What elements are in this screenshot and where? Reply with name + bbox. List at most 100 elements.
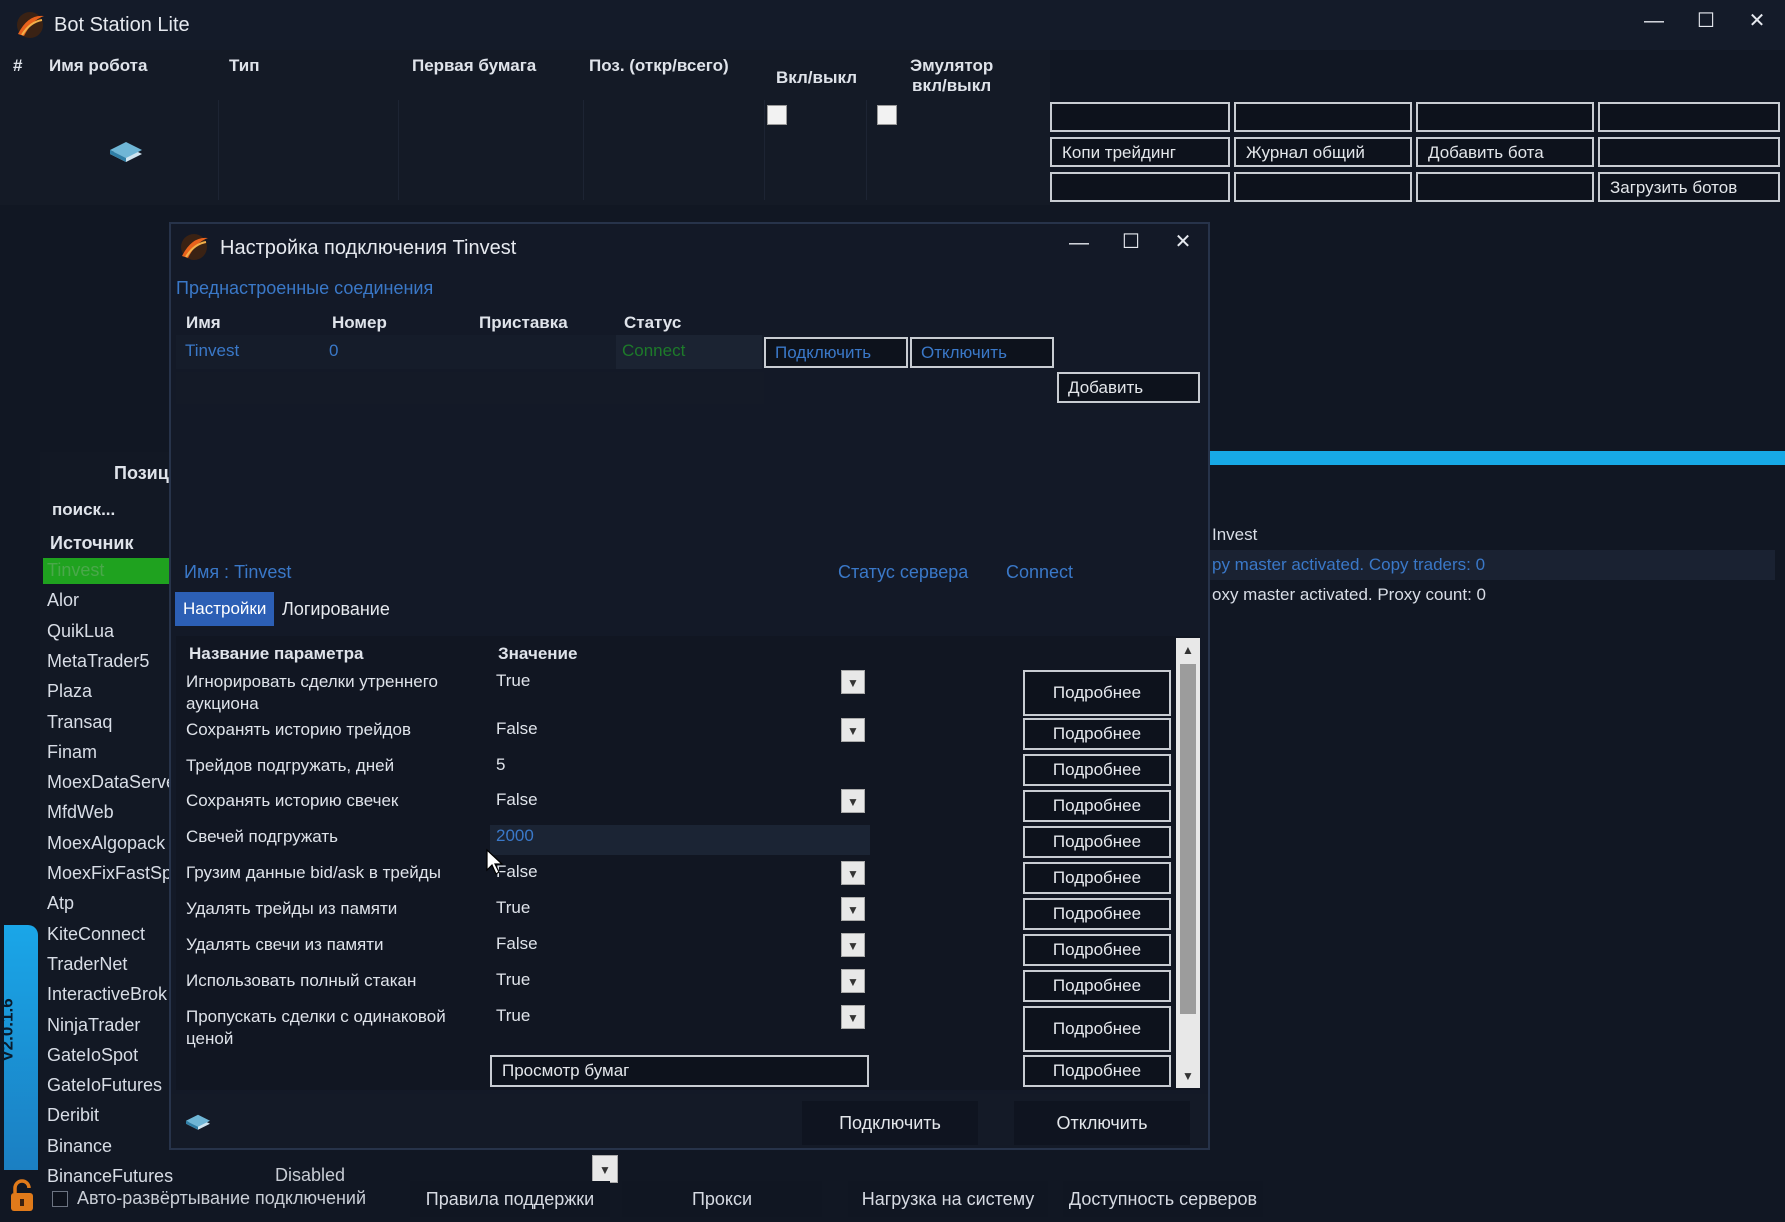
emulator-checkbox[interactable] <box>877 105 897 125</box>
more-button[interactable]: Подробнее <box>1023 934 1171 966</box>
source-item[interactable]: Deribit <box>47 1105 99 1126</box>
connection-row-empty <box>176 372 764 404</box>
chevron-down-icon[interactable]: ▼ <box>841 969 865 993</box>
conn-header-prefix: Приставка <box>479 313 568 332</box>
source-item[interactable]: QuikLua <box>47 621 114 642</box>
source-search-input[interactable]: поиск... <box>52 500 115 520</box>
chevron-down-icon[interactable]: ▼ <box>841 933 865 957</box>
more-button[interactable]: Подробнее <box>1023 754 1171 786</box>
blank-button[interactable] <box>1050 172 1230 202</box>
more-button[interactable]: Подробнее <box>1023 898 1171 930</box>
positions-tab[interactable]: Позиц <box>114 463 169 484</box>
proxy-button[interactable]: Прокси <box>622 1181 822 1217</box>
onoff-checkbox[interactable] <box>767 105 787 125</box>
load-bots-button[interactable]: Загрузить ботов <box>1598 172 1780 202</box>
source-item[interactable]: MoexAlgopack <box>47 833 165 854</box>
param-value-select[interactable]: False <box>496 719 538 739</box>
param-value-select[interactable]: True <box>496 1006 530 1026</box>
blank-button[interactable] <box>1416 102 1594 132</box>
server-status-label: Статус сервера <box>838 562 969 582</box>
dialog-maximize-button[interactable]: ☐ <box>1117 229 1145 254</box>
source-state-dropdown[interactable]: ▼ <box>592 1155 618 1183</box>
connection-status: Connect <box>622 341 686 360</box>
connect-button[interactable]: Подключить <box>764 337 908 368</box>
auto-deploy-checkbox[interactable] <box>52 1191 68 1207</box>
source-item[interactable]: InteractiveBrok <box>47 984 167 1005</box>
param-value-input[interactable]: 5 <box>496 755 505 775</box>
view-securities-button[interactable]: Просмотр бумаг <box>490 1055 869 1087</box>
preset-connections-link[interactable]: Преднастроенные соединения <box>176 278 433 299</box>
maximize-button[interactable]: ☐ <box>1692 8 1720 33</box>
source-item[interactable]: Atp <box>47 893 74 914</box>
scroll-down-icon[interactable]: ▼ <box>1176 1064 1200 1088</box>
more-button[interactable]: Подробнее <box>1023 790 1171 822</box>
disconnect-button[interactable]: Отключить <box>910 337 1054 368</box>
copy-trading-button[interactable]: Копи трейдинг <box>1050 137 1230 167</box>
chevron-down-icon[interactable]: ▼ <box>841 1005 865 1029</box>
source-item[interactable]: BinanceFutures <box>47 1166 173 1187</box>
source-item[interactable]: NinjaTrader <box>47 1015 140 1036</box>
add-bot-button[interactable]: Добавить бота <box>1416 137 1594 167</box>
dialog-connect-button[interactable]: Подключить <box>802 1101 978 1145</box>
source-item[interactable]: MoexDataServe <box>47 772 176 793</box>
chevron-down-icon[interactable]: ▼ <box>841 861 865 885</box>
blank-button[interactable] <box>1598 102 1780 132</box>
app-logo-icon <box>14 10 46 40</box>
col-header-num: # <box>13 56 23 75</box>
source-item[interactable]: MoexFixFastSp <box>47 863 172 884</box>
param-value-select[interactable]: True <box>496 671 530 691</box>
chevron-down-icon[interactable]: ▼ <box>841 718 865 742</box>
minimize-button[interactable]: — <box>1640 10 1668 33</box>
more-button[interactable]: Подробнее <box>1023 718 1171 750</box>
source-item[interactable]: Tinvest <box>47 560 104 581</box>
more-button[interactable]: Подробнее <box>1023 862 1171 894</box>
source-item[interactable]: MfdWeb <box>47 802 114 823</box>
add-connection-button[interactable]: Добавить <box>1057 372 1200 403</box>
param-value-select[interactable]: False <box>496 934 538 954</box>
source-item[interactable]: TraderNet <box>47 954 127 975</box>
source-item[interactable]: Finam <box>47 742 97 763</box>
blank-button[interactable] <box>1416 172 1594 202</box>
source-item[interactable]: Plaza <box>47 681 92 702</box>
more-button[interactable]: Подробнее <box>1023 670 1171 716</box>
support-rules-button[interactable]: Правила поддержки <box>410 1181 610 1217</box>
dialog-disconnect-button[interactable]: Отключить <box>1014 1101 1190 1145</box>
journal-button[interactable]: Журнал общий <box>1234 137 1412 167</box>
blank-button[interactable] <box>1234 102 1412 132</box>
conn-header-number: Номер <box>332 313 387 332</box>
server-availability-button[interactable]: Доступность серверов <box>1063 1181 1263 1217</box>
param-value-select[interactable]: True <box>496 898 530 918</box>
scrollbar-thumb[interactable] <box>1180 664 1196 1014</box>
more-button[interactable]: Подробнее <box>1023 826 1171 858</box>
param-value-select[interactable]: True <box>496 970 530 990</box>
progress-bar <box>1210 451 1785 465</box>
source-item[interactable]: MetaTrader5 <box>47 651 149 672</box>
source-item[interactable]: KiteConnect <box>47 924 145 945</box>
param-value-select[interactable]: False <box>496 790 538 810</box>
grid-separator <box>398 100 399 200</box>
chevron-down-icon[interactable]: ▼ <box>841 897 865 921</box>
close-button[interactable]: ✕ <box>1743 8 1771 33</box>
conn-header-name: Имя <box>186 313 221 332</box>
tab-settings[interactable]: Настройки <box>175 592 275 626</box>
source-item[interactable]: GateIoFutures <box>47 1075 162 1096</box>
source-item[interactable]: Transaq <box>47 712 112 733</box>
blank-button[interactable] <box>1598 137 1780 167</box>
chevron-down-icon[interactable]: ▼ <box>841 670 865 694</box>
more-button[interactable]: Подробнее <box>1023 970 1171 1002</box>
source-item[interactable]: Binance <box>47 1136 112 1157</box>
blank-button[interactable] <box>1050 102 1230 132</box>
scroll-up-icon[interactable]: ▲ <box>1176 638 1200 662</box>
dialog-close-button[interactable]: ✕ <box>1169 229 1197 254</box>
dialog-minimize-button[interactable]: — <box>1065 232 1093 255</box>
chevron-down-icon[interactable]: ▼ <box>841 789 865 813</box>
source-item[interactable]: GateIoSpot <box>47 1045 138 1066</box>
param-header-value: Значение <box>498 644 578 663</box>
tab-logging[interactable]: Логирование <box>282 592 390 626</box>
more-button[interactable]: Подробнее <box>1023 1006 1171 1052</box>
blank-button[interactable] <box>1234 172 1412 202</box>
system-load-button[interactable]: Нагрузка на систему <box>848 1181 1048 1217</box>
source-item[interactable]: Alor <box>47 590 79 611</box>
more-button[interactable]: Подробнее <box>1023 1055 1171 1087</box>
param-value-input[interactable]: 2000 <box>496 826 534 846</box>
